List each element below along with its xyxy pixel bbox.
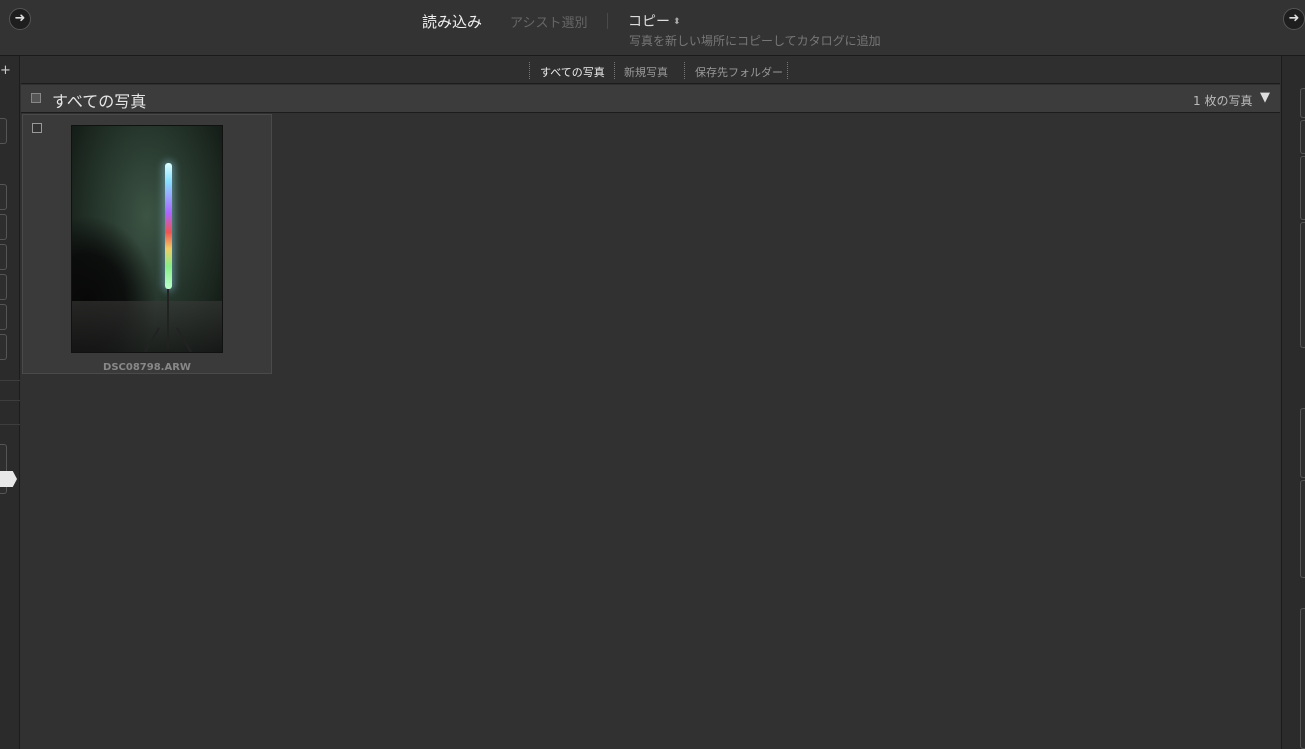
left-panel-tab[interactable] xyxy=(0,274,7,300)
right-panel-tab[interactable] xyxy=(1300,88,1305,118)
import-top-bar: ➜ 読み込み アシスト選別 コピー ⬍ 写真を新しい場所にコピーしてカタログに追加… xyxy=(0,0,1305,56)
divider xyxy=(0,424,20,425)
right-panel-tab[interactable] xyxy=(1300,156,1305,220)
scroll-handle[interactable] xyxy=(0,471,17,487)
right-panel-tab[interactable] xyxy=(1300,408,1305,478)
photo-cell[interactable]: DSC08798.ARW xyxy=(22,114,272,374)
mode-assist-select[interactable]: アシスト選別 xyxy=(510,12,587,31)
copy-mode-description: 写真を新しい場所にコピーしてカタログに追加 xyxy=(629,34,881,48)
source-panel-arrow-icon[interactable]: ➜ xyxy=(9,8,31,30)
tab-destination-folders[interactable]: 保存先フォルダー xyxy=(695,64,783,80)
right-panel-tab[interactable] xyxy=(1300,120,1305,154)
collapse-triangle-icon[interactable]: ▼ xyxy=(1260,90,1270,105)
right-panel-tab[interactable] xyxy=(1300,480,1305,578)
left-panel-tab[interactable] xyxy=(0,184,7,210)
tab-divider xyxy=(529,62,530,79)
tab-divider xyxy=(684,62,685,79)
updown-arrows-icon: ⬍ xyxy=(673,17,681,27)
photo-grid: DSC08798.ARW xyxy=(21,114,1280,749)
divider xyxy=(0,380,20,381)
mode-import[interactable]: 読み込み xyxy=(422,11,482,32)
section-header: すべての写真 1 枚の写真 ▼ xyxy=(21,85,1280,113)
plus-icon[interactable]: + xyxy=(0,63,11,78)
mode-divider xyxy=(607,13,608,29)
photo-checkbox[interactable] xyxy=(32,123,42,133)
divider xyxy=(0,400,20,401)
tab-divider xyxy=(614,62,615,79)
thumb-stand-pole xyxy=(167,289,169,349)
left-panel-tab[interactable] xyxy=(0,118,7,144)
photo-count: 1 枚の写真 xyxy=(1193,94,1253,108)
left-panel-tab[interactable] xyxy=(0,334,7,360)
mode-copy-dropdown[interactable]: コピー ⬍ xyxy=(628,11,681,31)
section-title: すべての写真 xyxy=(52,92,147,111)
tab-divider xyxy=(787,62,788,79)
thumb-light-tube xyxy=(165,163,172,289)
left-panel-tab[interactable] xyxy=(0,214,7,240)
destination-panel-arrow-icon[interactable]: ➜ xyxy=(1283,8,1305,30)
tab-all-photos[interactable]: すべての写真 xyxy=(540,64,605,80)
right-panel-tab[interactable] xyxy=(1300,222,1305,348)
tab-new-photos[interactable]: 新規写真 xyxy=(624,64,668,80)
left-panel-tab[interactable] xyxy=(0,244,7,270)
photo-filename: DSC08798.ARW xyxy=(103,362,191,373)
right-panel-tab[interactable] xyxy=(1300,608,1305,749)
left-panel-collapsed: + xyxy=(0,56,20,749)
filter-tab-bar: すべての写真 新規写真 保存先フォルダー xyxy=(21,57,1280,84)
left-panel-tab[interactable] xyxy=(0,304,7,330)
mode-copy-label: コピー xyxy=(628,14,670,30)
select-all-checkbox[interactable] xyxy=(31,93,41,103)
photo-thumbnail[interactable] xyxy=(71,125,223,353)
right-panel-collapsed xyxy=(1281,56,1305,749)
